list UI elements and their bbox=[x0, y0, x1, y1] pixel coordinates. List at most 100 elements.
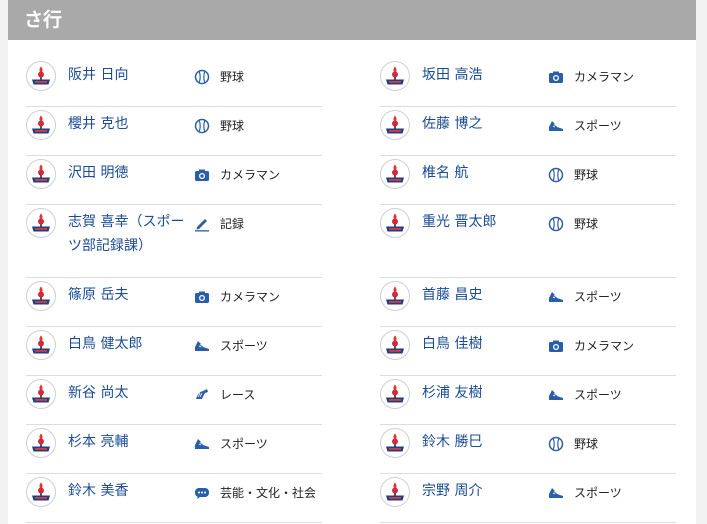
reporter-name-link[interactable]: 鈴木 勝巳 bbox=[422, 428, 540, 454]
reporter-name-link[interactable]: 白鳥 健太郎 bbox=[68, 330, 186, 356]
camera-icon bbox=[194, 167, 210, 183]
horse-icon bbox=[194, 387, 210, 403]
category-label: 野球 bbox=[574, 437, 599, 451]
category-label: 芸能・文化・社会 bbox=[220, 486, 317, 500]
shoe-icon bbox=[548, 387, 564, 403]
reporter-entry[interactable]: 鈴木 美香 芸能・文化・社会 bbox=[26, 474, 322, 523]
reporter-name-link[interactable]: 重光 晋太郎 bbox=[422, 208, 540, 234]
reporter-entry[interactable]: 首藤 昌史 スポーツ bbox=[380, 278, 676, 327]
category-tag: スポーツ bbox=[194, 428, 268, 452]
reporter-name-link[interactable]: 首藤 昌史 bbox=[422, 281, 540, 307]
avatar bbox=[380, 428, 410, 458]
reporter-entry[interactable]: 新谷 尚太 レース bbox=[26, 376, 322, 425]
avatar bbox=[380, 477, 410, 507]
reporter-entry[interactable]: 篠原 岳夫 カメラマン bbox=[26, 278, 322, 327]
newspaper-logo-icon bbox=[30, 285, 52, 307]
avatar bbox=[380, 379, 410, 409]
category-tag: 野球 bbox=[548, 428, 598, 452]
reporter-entry[interactable]: 坂田 高浩 カメラマン bbox=[380, 58, 676, 107]
category-tag: カメラマン bbox=[548, 61, 634, 85]
category-label: スポーツ bbox=[574, 388, 622, 402]
reporter-name-link[interactable]: 白鳥 佳樹 bbox=[422, 330, 540, 356]
category-label: 野球 bbox=[574, 217, 599, 231]
reporter-entry[interactable]: 阪井 日向 野球 bbox=[26, 58, 322, 107]
category-label: カメラマン bbox=[574, 70, 635, 84]
newspaper-logo-icon bbox=[384, 163, 406, 185]
reporter-name-link[interactable]: 篠原 岳夫 bbox=[68, 281, 186, 307]
avatar bbox=[26, 330, 56, 360]
reporter-entry[interactable]: 椎名 航 野球 bbox=[380, 156, 676, 205]
reporter-entry[interactable]: 志賀 喜幸（スポーツ部記録課） 記録 bbox=[26, 205, 322, 278]
reporter-entry[interactable]: 宗野 周介 スポーツ bbox=[380, 474, 676, 523]
reporter-list-panel: さ行 阪井 日向 野球 坂田 高浩 カメラマン 櫻井 克也 野球 佐藤 博之 ス… bbox=[8, 0, 696, 524]
reporter-name-link[interactable]: 阪井 日向 bbox=[68, 61, 186, 87]
reporter-entry[interactable]: 杉浦 友樹 スポーツ bbox=[380, 376, 676, 425]
reporter-name-link[interactable]: 宗野 周介 bbox=[422, 477, 540, 503]
avatar bbox=[26, 379, 56, 409]
avatar bbox=[26, 159, 56, 189]
reporter-entry[interactable]: 杉本 亮輔 スポーツ bbox=[26, 425, 322, 474]
avatar bbox=[26, 477, 56, 507]
baseball-icon bbox=[194, 69, 210, 85]
newspaper-logo-icon bbox=[384, 212, 406, 234]
reporter-name-link[interactable]: 椎名 航 bbox=[422, 159, 540, 185]
avatar bbox=[26, 61, 56, 91]
category-label: レース bbox=[220, 388, 256, 402]
reporter-name-link[interactable]: 志賀 喜幸（スポーツ部記録課） bbox=[68, 208, 186, 258]
avatar bbox=[380, 159, 410, 189]
newspaper-logo-icon bbox=[30, 432, 52, 454]
reporter-name-link[interactable]: 坂田 高浩 bbox=[422, 61, 540, 87]
category-tag: レース bbox=[194, 379, 255, 403]
pencil-icon bbox=[194, 216, 210, 232]
reporter-name-link[interactable]: 櫻井 克也 bbox=[68, 110, 186, 136]
category-label: カメラマン bbox=[220, 168, 281, 182]
camera-icon bbox=[194, 289, 210, 305]
reporter-entry[interactable]: 白鳥 佳樹 カメラマン bbox=[380, 327, 676, 376]
reporter-name-link[interactable]: 杉浦 友樹 bbox=[422, 379, 540, 405]
newspaper-logo-icon bbox=[384, 383, 406, 405]
reporter-entry[interactable]: 佐藤 博之 スポーツ bbox=[380, 107, 676, 156]
reporter-entry[interactable]: 沢田 明徳 カメラマン bbox=[26, 156, 322, 205]
shoe-icon bbox=[548, 289, 564, 305]
category-label: スポーツ bbox=[574, 486, 622, 500]
newspaper-logo-icon bbox=[30, 334, 52, 356]
category-label: 野球 bbox=[220, 119, 245, 133]
newspaper-logo-icon bbox=[30, 65, 52, 87]
category-tag: 記録 bbox=[194, 208, 244, 232]
camera-icon bbox=[548, 69, 564, 85]
newspaper-logo-icon bbox=[384, 334, 406, 356]
category-label: 野球 bbox=[220, 70, 245, 84]
avatar bbox=[380, 61, 410, 91]
reporter-name-link[interactable]: 新谷 尚太 bbox=[68, 379, 186, 405]
category-tag: 野球 bbox=[194, 110, 244, 134]
newspaper-logo-icon bbox=[30, 383, 52, 405]
newspaper-logo-icon bbox=[30, 481, 52, 503]
category-tag: スポーツ bbox=[194, 330, 268, 354]
reporter-entry[interactable]: 重光 晋太郎 野球 bbox=[380, 205, 676, 278]
reporter-entry[interactable]: 櫻井 克也 野球 bbox=[26, 107, 322, 156]
reporter-entry[interactable]: 白鳥 健太郎 スポーツ bbox=[26, 327, 322, 376]
reporter-entry[interactable]: 鈴木 勝巳 野球 bbox=[380, 425, 676, 474]
newspaper-logo-icon bbox=[384, 285, 406, 307]
reporter-name-link[interactable]: 沢田 明徳 bbox=[68, 159, 186, 185]
reporter-grid: 阪井 日向 野球 坂田 高浩 カメラマン 櫻井 克也 野球 佐藤 博之 スポーツ… bbox=[26, 58, 676, 523]
newspaper-logo-icon bbox=[30, 114, 52, 136]
shoe-icon bbox=[194, 338, 210, 354]
category-tag: スポーツ bbox=[548, 281, 622, 305]
shoe-icon bbox=[194, 436, 210, 452]
reporter-name-link[interactable]: 佐藤 博之 bbox=[422, 110, 540, 136]
avatar bbox=[26, 110, 56, 140]
category-label: スポーツ bbox=[220, 339, 268, 353]
category-tag: 野球 bbox=[548, 159, 598, 183]
speech-bubble-icon bbox=[194, 485, 210, 501]
newspaper-logo-icon bbox=[384, 114, 406, 136]
reporter-name-link[interactable]: 杉本 亮輔 bbox=[68, 428, 186, 454]
reporter-name-link[interactable]: 鈴木 美香 bbox=[68, 477, 186, 503]
avatar bbox=[380, 330, 410, 360]
category-label: スポーツ bbox=[574, 290, 622, 304]
newspaper-logo-icon bbox=[384, 65, 406, 87]
category-tag: スポーツ bbox=[548, 379, 622, 403]
baseball-icon bbox=[548, 216, 564, 232]
category-label: 記録 bbox=[220, 217, 245, 231]
avatar bbox=[26, 428, 56, 458]
